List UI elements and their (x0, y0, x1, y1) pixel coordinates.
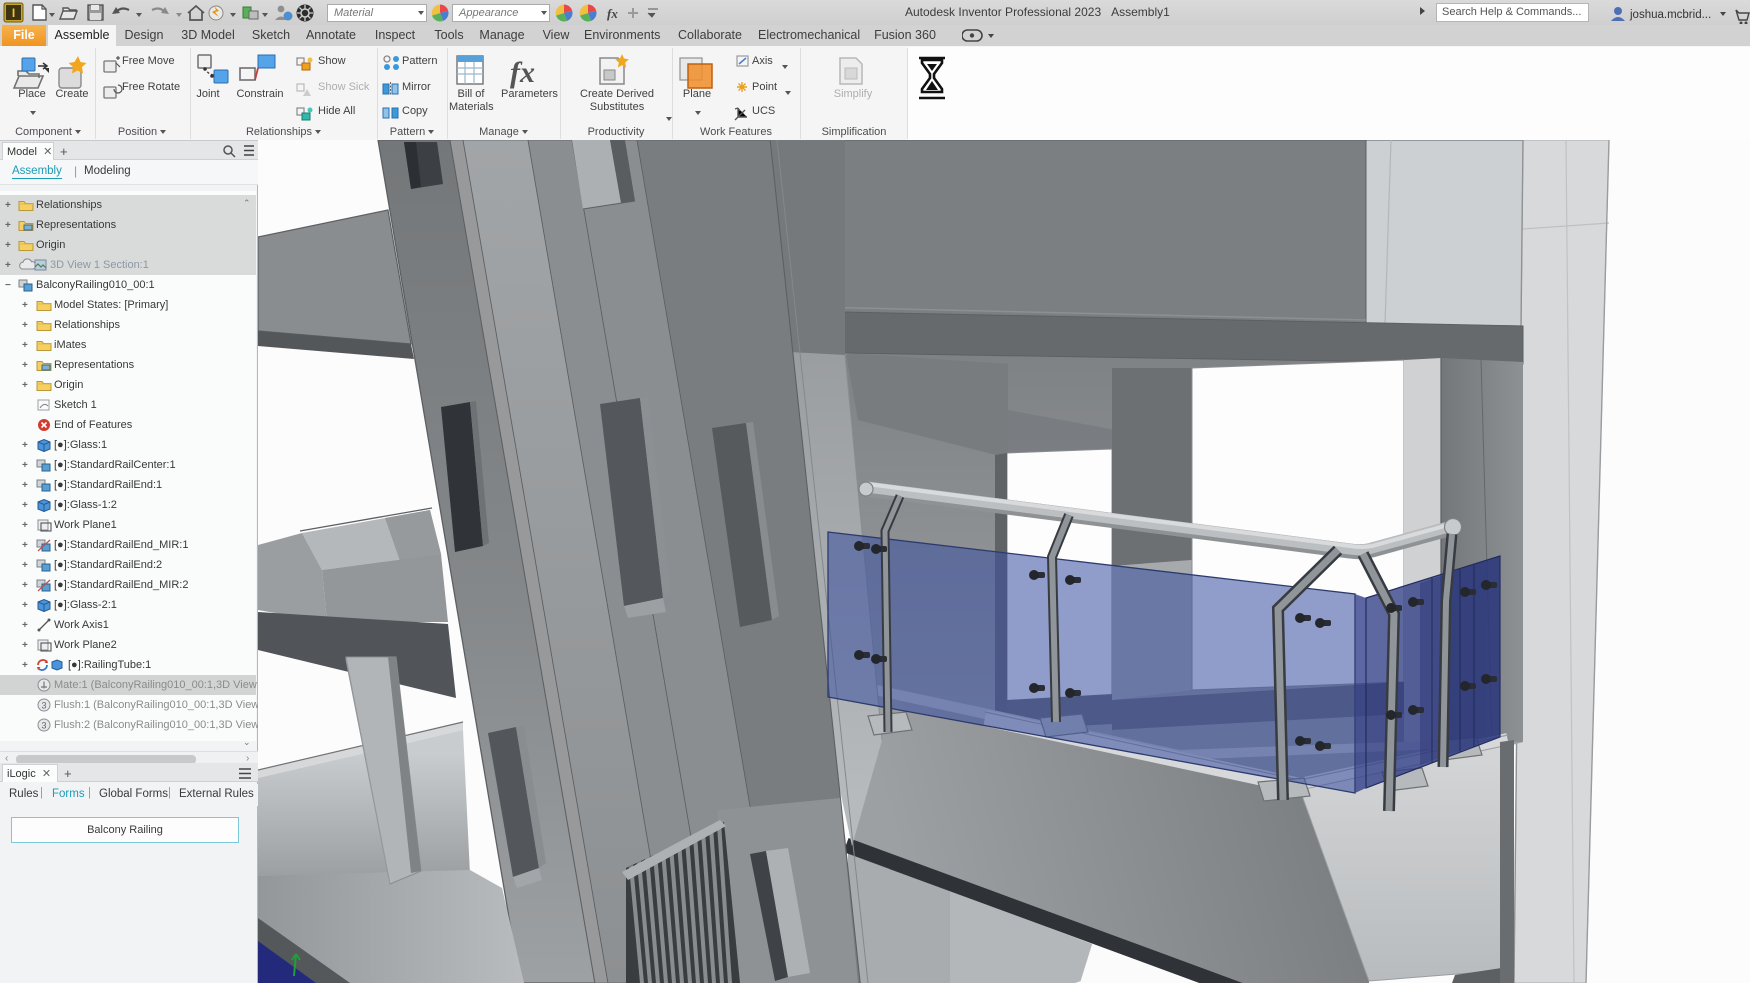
svg-text:joshua.mcbrid...: joshua.mcbrid... (1629, 9, 1711, 21)
svg-text:I: I (12, 6, 15, 20)
svg-text:3: 3 (41, 721, 46, 731)
svg-text:fx: fx (510, 56, 535, 89)
svg-text:3: 3 (41, 701, 46, 711)
svg-text:fx: fx (607, 6, 618, 21)
